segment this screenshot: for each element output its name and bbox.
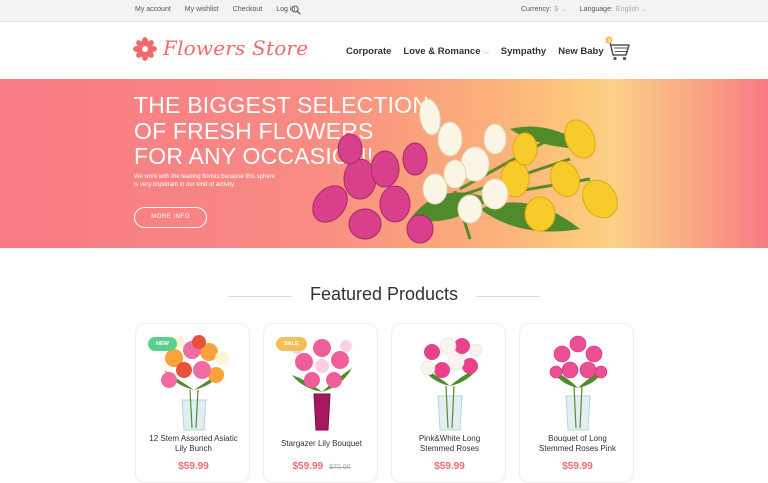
locale-settings: Currency: $ ⌵ Language: English ⌵: [521, 6, 646, 14]
product-price-row: $59.99 $70.00: [264, 461, 379, 472]
currency-label: Currency:: [521, 6, 552, 13]
language-selector[interactable]: Language: English ⌵: [580, 6, 647, 14]
chevron-down-icon: ⌵: [483, 49, 489, 56]
product-price: $59.99: [434, 461, 465, 472]
checkout-link[interactable]: Checkout: [233, 6, 263, 13]
nav-item-love-romance[interactable]: Love & Romance ⌵: [403, 46, 488, 57]
cart-count: 0: [608, 38, 611, 44]
hero-subtext-line: is very important in our kind of activit…: [134, 182, 236, 188]
product-name[interactable]: 12 Stem Assorted Asiatic Lily Bunch: [141, 434, 246, 454]
product-card[interactable]: Bouquet of Long Stemmed Roses Pink $59.9…: [519, 323, 634, 483]
product-name-line: Lily Bunch: [175, 444, 212, 453]
search-icon[interactable]: [291, 5, 301, 15]
product-image: [420, 337, 483, 431]
product-price-row: $59.99: [520, 461, 635, 472]
currency-selector[interactable]: Currency: $ ⌵: [521, 6, 566, 14]
product-name[interactable]: Bouquet of Long Stemmed Roses Pink: [525, 434, 630, 454]
flower-logo-icon[interactable]: [133, 37, 157, 61]
product-name-line: 12 Stem Assorted Asiatic: [149, 434, 238, 443]
my-account-link[interactable]: My account: [135, 6, 171, 13]
divider: [476, 296, 540, 297]
language-value: English: [615, 6, 639, 13]
nav-item-sympathy[interactable]: Sympathy: [501, 46, 546, 57]
product-old-price: $70.00: [329, 464, 351, 471]
nav-label: Love & Romance: [403, 46, 481, 57]
product-price: $59.99: [178, 461, 209, 472]
shopping-cart-icon[interactable]: 0: [603, 36, 631, 62]
hero-subtext-line: We work with the leading florists becaus…: [134, 174, 275, 180]
sale-badge: SALE: [276, 337, 307, 351]
my-wishlist-link[interactable]: My wishlist: [185, 6, 219, 13]
product-price-row: $59.99: [136, 461, 251, 472]
logo-text[interactable]: Flowers Store: [163, 36, 308, 60]
language-label: Language:: [579, 6, 613, 13]
nav-item-new-baby[interactable]: New Baby: [558, 46, 603, 57]
chevron-down-icon: ⌵: [641, 7, 647, 13]
product-price-row: $59.99: [392, 461, 507, 472]
product-card[interactable]: Pink&White Long Stemmed Roses $59.99: [391, 323, 506, 483]
hero-subtext: We work with the leading florists becaus…: [134, 173, 314, 189]
site-header: Flowers Store Corporate Love & Romance ⌵ …: [0, 22, 768, 79]
product-name-line: Stemmed Roses Pink: [539, 444, 616, 453]
product-price: $59.99: [292, 461, 324, 472]
featured-products-title: Featured Products: [309, 284, 459, 304]
product-name[interactable]: Stargazer Lily Bouquet: [269, 439, 374, 449]
product-name[interactable]: Pink&White Long Stemmed Roses: [397, 434, 502, 454]
product-card[interactable]: SALE Stargazer Lily Bouquet $59.99 $70.00: [263, 323, 378, 483]
product-name-line: Stargazer Lily Bouquet: [281, 439, 362, 448]
product-card[interactable]: NEW 12 Stem Assorted Asiatic Lily Bunch …: [135, 323, 250, 483]
tulip-bouquet-image: [312, 98, 618, 244]
main-nav: Corporate Love & Romance ⌵ Sympathy New B…: [346, 46, 604, 57]
product-name-line: Stemmed Roses: [419, 444, 480, 453]
product-image: [549, 335, 608, 431]
nav-item-corporate[interactable]: Corporate: [346, 46, 391, 57]
account-links: My account My wishlist Checkout Log in: [135, 6, 295, 13]
hero-banner: THE BIGGEST SELECTION OF FRESH FLOWERS F…: [0, 79, 768, 248]
new-badge: NEW: [148, 337, 177, 351]
product-price: $59.99: [562, 461, 593, 472]
currency-value: $: [554, 6, 559, 13]
product-name-line: Bouquet of Long: [548, 434, 607, 443]
top-bar: My account My wishlist Checkout Log in C…: [0, 0, 768, 22]
more-info-button[interactable]: MORE INFO: [134, 207, 207, 228]
chevron-down-icon: ⌵: [561, 7, 566, 13]
product-name-line: Pink&White Long: [418, 434, 481, 443]
